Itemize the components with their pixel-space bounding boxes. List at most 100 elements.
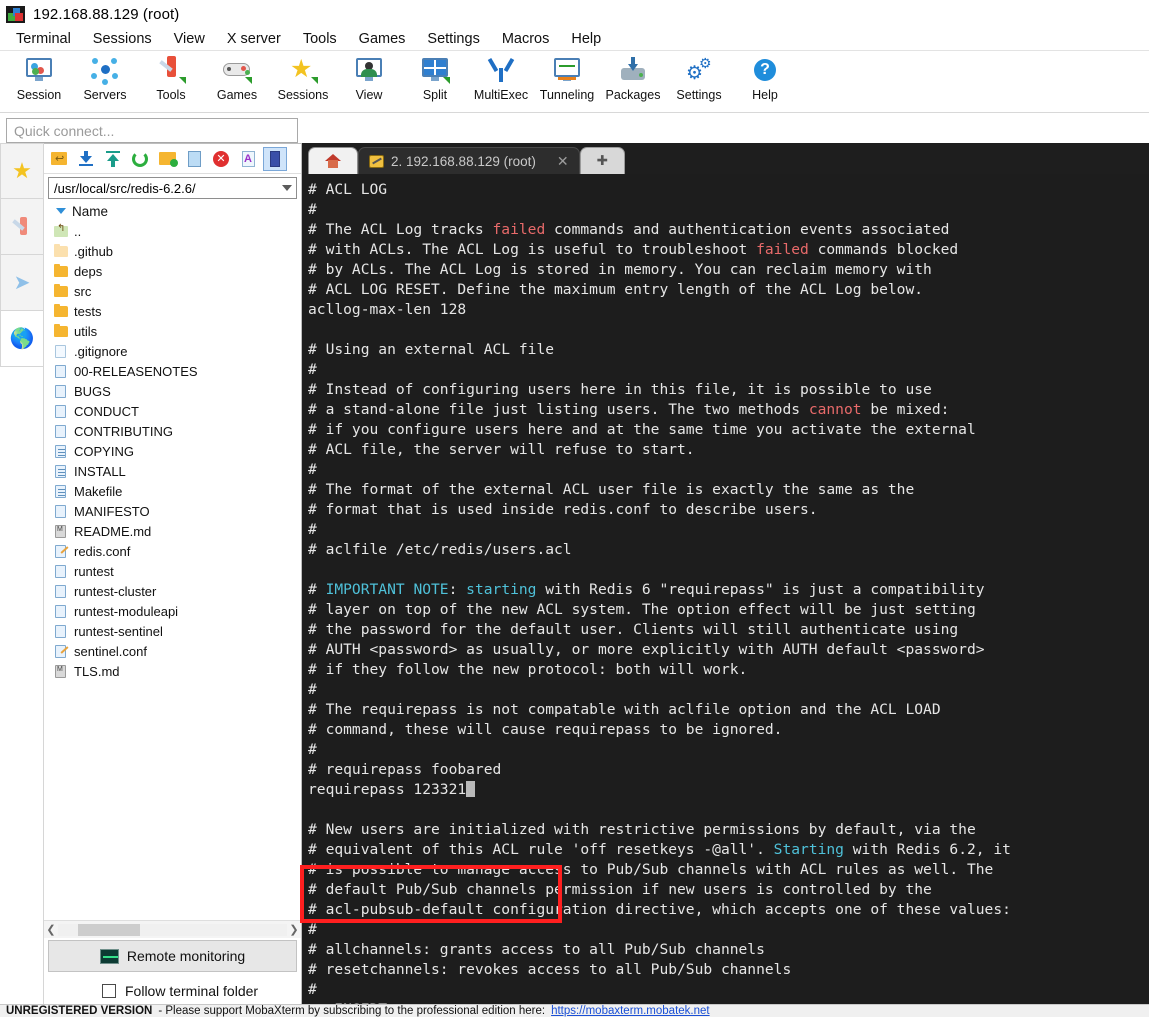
- terminal-output[interactable]: # ACL LOG # # The ACL Log tracks failed co…: [302, 174, 1149, 1009]
- terminal-text: # equivalent of this ACL rule 'off reset…: [308, 841, 774, 858]
- new-tab-button[interactable]: ✚: [579, 147, 625, 174]
- list-item[interactable]: runtest-cluster: [54, 581, 301, 601]
- terminal-text: # if you configure users here and at the…: [308, 421, 976, 438]
- ribbon-view-label: View: [355, 88, 383, 102]
- rail-item-macros[interactable]: 🌎: [0, 311, 44, 367]
- list-item[interactable]: runtest-sentinel: [54, 621, 301, 641]
- go-up-icon[interactable]: ↩: [47, 147, 71, 171]
- rail-spacer: [0, 367, 44, 1009]
- ribbon-multiexec-button[interactable]: MultiExec: [468, 55, 534, 102]
- view-toggle-icon[interactable]: [263, 146, 287, 171]
- menu-macros[interactable]: Macros: [491, 30, 561, 48]
- list-item[interactable]: runtest: [54, 561, 301, 581]
- follow-terminal-folder-row[interactable]: Follow terminal folder: [44, 974, 301, 1008]
- list-item[interactable]: CONDUCT: [54, 401, 301, 421]
- terminal-text: :: [448, 581, 467, 598]
- file-icon: [54, 364, 68, 379]
- close-icon[interactable]: ✕: [557, 153, 569, 170]
- list-item[interactable]: INSTALL: [54, 461, 301, 481]
- list-item[interactable]: tests: [54, 301, 301, 321]
- tab-session-1[interactable]: 2. 192.168.88.129 (root) ✕: [358, 147, 580, 174]
- terminal-line: #: [308, 680, 1149, 700]
- ribbon-tools-button[interactable]: Tools: [138, 55, 204, 102]
- list-item[interactable]: runtest-moduleapi: [54, 601, 301, 621]
- menu-sessions[interactable]: Sessions: [82, 30, 163, 48]
- terminal-line: # acl-pubsub-default configuration direc…: [308, 900, 1149, 920]
- list-item[interactable]: CONTRIBUTING: [54, 421, 301, 441]
- terminal-line: # aclfile /etc/redis/users.acl: [308, 540, 1149, 560]
- ribbon-sessions-button[interactable]: ★ Sessions: [270, 55, 336, 103]
- file-list[interactable]: .. .github deps src tests utils .gitigno…: [44, 221, 301, 920]
- list-item[interactable]: MANIFESTO: [54, 501, 301, 521]
- menu-xserver[interactable]: X server: [216, 30, 292, 48]
- menu-tools[interactable]: Tools: [292, 30, 348, 48]
- terminal-text: failed: [492, 221, 546, 238]
- terminal-line: #: [308, 460, 1149, 480]
- terminal-text: be mixed:: [861, 401, 950, 418]
- quick-connect-input[interactable]: Quick connect...: [6, 118, 298, 143]
- ribbon-servers-button[interactable]: Servers: [72, 55, 138, 102]
- list-item[interactable]: TLS.md: [54, 661, 301, 681]
- ribbon-session-button[interactable]: Session: [6, 55, 72, 102]
- ribbon-view-button[interactable]: View: [336, 55, 402, 102]
- follow-terminal-folder-checkbox[interactable]: [102, 984, 116, 998]
- file-list-header[interactable]: Name: [44, 201, 301, 221]
- list-item[interactable]: redis.conf: [54, 541, 301, 561]
- rail-item-sftp[interactable]: ➤: [0, 255, 44, 311]
- terminal-line: # with ACLs. The ACL Log is useful to tr…: [308, 240, 1149, 260]
- ribbon-games-button[interactable]: Games: [204, 55, 270, 102]
- scrollbar-track[interactable]: [58, 923, 287, 936]
- ribbon-split-button[interactable]: Split: [402, 55, 468, 102]
- list-item[interactable]: utils: [54, 321, 301, 341]
- menu-view[interactable]: View: [163, 30, 216, 48]
- terminal-text: commands blocked: [808, 241, 959, 258]
- ribbon-help-button[interactable]: ? Help: [732, 55, 798, 102]
- list-item[interactable]: COPYING: [54, 441, 301, 461]
- status-message: - Please support MobaXterm by subscribin…: [158, 1005, 546, 1017]
- remote-monitoring-button[interactable]: Remote monitoring: [48, 940, 297, 972]
- ribbon-tunneling-button[interactable]: Tunneling: [534, 55, 600, 102]
- rail-item-tools[interactable]: [0, 199, 44, 255]
- file-list-horizontal-scrollbar[interactable]: ❮ ❯: [44, 920, 301, 938]
- delete-icon[interactable]: ✕: [209, 147, 233, 171]
- list-item-label: CONTRIBUTING: [74, 423, 173, 439]
- list-item[interactable]: .github: [54, 241, 301, 261]
- scroll-left-icon[interactable]: ❮: [44, 923, 58, 936]
- tab-home[interactable]: [308, 147, 358, 174]
- ribbon-packages-button[interactable]: Packages: [600, 55, 666, 102]
- mobaxterm-link[interactable]: https://mobaxterm.mobatek.net: [551, 1005, 710, 1017]
- menu-games[interactable]: Games: [348, 30, 417, 48]
- scroll-right-icon[interactable]: ❯: [287, 923, 301, 936]
- download-icon[interactable]: [74, 147, 98, 171]
- rail-item-bookmarks[interactable]: ★: [0, 143, 44, 199]
- list-item[interactable]: BUGS: [54, 381, 301, 401]
- upload-icon[interactable]: [101, 147, 125, 171]
- terminal-line: # allchannels: grants access to all Pub/…: [308, 940, 1149, 960]
- list-item[interactable]: README.md: [54, 521, 301, 541]
- text-mode-icon[interactable]: A: [236, 147, 260, 171]
- list-item[interactable]: src: [54, 281, 301, 301]
- menu-settings[interactable]: Settings: [416, 30, 490, 48]
- file-path-dropdown[interactable]: /usr/local/src/redis-6.2.6/: [48, 177, 297, 199]
- refresh-icon[interactable]: [128, 147, 152, 171]
- ribbon-split-label: Split: [422, 88, 448, 102]
- list-item[interactable]: deps: [54, 261, 301, 281]
- list-item[interactable]: .gitignore: [54, 341, 301, 361]
- new-file-icon[interactable]: [182, 147, 206, 171]
- new-folder-icon[interactable]: [155, 147, 179, 171]
- list-item[interactable]: Makefile: [54, 481, 301, 501]
- list-item[interactable]: ..: [54, 221, 301, 241]
- menu-help[interactable]: Help: [560, 30, 612, 48]
- list-item[interactable]: 00-RELEASENOTES: [54, 361, 301, 381]
- ribbon-settings-button[interactable]: ⚙ ⚙ Settings: [666, 55, 732, 102]
- sort-descending-icon: [56, 208, 66, 214]
- list-item[interactable]: sentinel.conf: [54, 641, 301, 661]
- left-rail: ★ ➤ 🌎: [0, 143, 44, 1009]
- scrollbar-thumb[interactable]: [78, 923, 140, 936]
- terminal-text: cannot: [808, 401, 862, 418]
- menu-terminal[interactable]: Terminal: [5, 30, 82, 48]
- terminal-text: # New users are initialized with restric…: [308, 821, 976, 838]
- terminal-line: # resetchannels: revokes access to all P…: [308, 960, 1149, 980]
- file-text-icon: [54, 484, 68, 499]
